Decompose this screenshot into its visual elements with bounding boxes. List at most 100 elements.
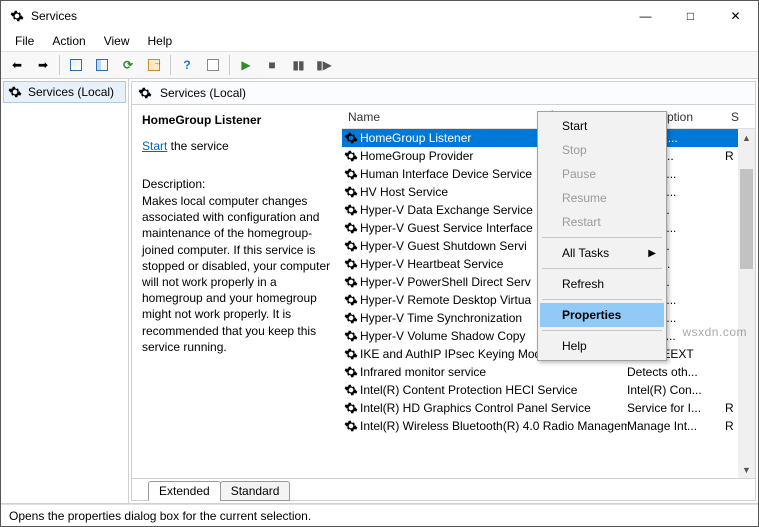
services-list: Name Description S HomeGroup Listeneres … <box>342 105 755 478</box>
service-icon <box>342 347 360 361</box>
extended-detail: HomeGroup Listener Start the service Des… <box>132 105 342 478</box>
cell-name: Intel(R) Content Protection HECI Service <box>360 383 627 397</box>
status-bar: Opens the properties dialog box for the … <box>1 504 758 526</box>
description-text: Makes local computer changes associated … <box>142 193 332 355</box>
menu-file[interactable]: File <box>7 32 42 50</box>
console-tree: Services (Local) <box>1 79 129 503</box>
title-bar: Services — □ ✕ <box>1 1 758 31</box>
service-icon <box>342 329 360 343</box>
ctx-refresh[interactable]: Refresh <box>540 272 664 296</box>
ctx-start[interactable]: Start <box>540 114 664 138</box>
service-icon <box>342 221 360 235</box>
scroll-down-button[interactable]: ▼ <box>738 461 755 478</box>
app-icon <box>9 8 25 24</box>
panel-header: Services (Local) <box>132 82 755 104</box>
ctx-resume: Resume <box>540 186 664 210</box>
service-action-line: Start the service <box>142 139 332 153</box>
ctx-pause: Pause <box>540 162 664 186</box>
ctx-restart: Restart <box>540 210 664 234</box>
service-icon <box>342 383 360 397</box>
separator <box>59 55 60 75</box>
service-icon <box>342 275 360 289</box>
separator <box>229 55 230 75</box>
maximize-button[interactable]: □ <box>668 1 713 31</box>
scroll-up-button[interactable]: ▲ <box>738 129 755 146</box>
window-title: Services <box>31 9 623 23</box>
service-icon <box>342 149 360 163</box>
view-tabs: Extended Standard <box>132 478 755 500</box>
help-button[interactable]: ? <box>175 54 199 76</box>
ctx-all-tasks[interactable]: All Tasks ▶ <box>540 241 664 265</box>
ctx-help[interactable]: Help <box>540 334 664 358</box>
service-icon <box>342 185 360 199</box>
scroll-thumb[interactable] <box>740 169 753 269</box>
tree-services-local[interactable]: Services (Local) <box>3 81 126 103</box>
service-icon <box>342 239 360 253</box>
stop-service-button[interactable]: ■ <box>260 54 284 76</box>
cell-description: Manage Int... <box>627 419 725 433</box>
export-list-button[interactable]: → <box>142 54 166 76</box>
ctx-separator <box>542 237 662 238</box>
back-button[interactable]: ⬅ <box>5 54 29 76</box>
close-button[interactable]: ✕ <box>713 1 758 31</box>
service-icon <box>342 419 360 433</box>
refresh-button[interactable]: ⟳ <box>116 54 140 76</box>
menu-view[interactable]: View <box>96 32 138 50</box>
ctx-separator <box>542 299 662 300</box>
service-icon <box>342 257 360 271</box>
separator <box>170 55 171 75</box>
action-suffix: the service <box>167 139 228 153</box>
menu-action[interactable]: Action <box>44 32 93 50</box>
start-service-button[interactable]: ▶ <box>234 54 258 76</box>
minimize-button[interactable]: — <box>623 1 668 31</box>
description-label: Description: <box>142 177 332 191</box>
tab-extended[interactable]: Extended <box>148 481 221 501</box>
pause-service-button[interactable]: ▮▮ <box>286 54 310 76</box>
properties-button[interactable] <box>201 54 225 76</box>
service-icon <box>342 293 360 307</box>
selected-service-name: HomeGroup Listener <box>142 113 332 127</box>
forward-button[interactable]: ➡ <box>31 54 55 76</box>
table-row[interactable]: Intel(R) Wireless Bluetooth(R) 4.0 Radio… <box>342 417 755 435</box>
cell-description: Service for I... <box>627 401 725 415</box>
table-row[interactable]: Infrared monitor serviceDetects oth... <box>342 363 755 381</box>
ctx-separator <box>542 330 662 331</box>
tab-standard[interactable]: Standard <box>220 481 291 501</box>
service-icon <box>342 311 360 325</box>
toolbar: ⬅ ➡ ⟳ → ? ▶ ■ ▮▮ ▮▶ <box>1 51 758 79</box>
show-hide-tree-button[interactable] <box>64 54 88 76</box>
service-icon <box>342 167 360 181</box>
service-icon <box>342 131 360 145</box>
restart-service-button[interactable]: ▮▶ <box>312 54 336 76</box>
panel-body: HomeGroup Listener Start the service Des… <box>132 105 755 478</box>
result-pane: Services (Local) HomeGroup Listener Star… <box>131 81 756 501</box>
submenu-arrow-icon: ▶ <box>648 248 656 259</box>
panel-header-label: Services (Local) <box>160 86 246 100</box>
ctx-separator <box>542 268 662 269</box>
service-icon <box>342 203 360 217</box>
tree-item-label: Services (Local) <box>28 85 114 99</box>
ctx-properties-label: Properties <box>562 308 621 322</box>
table-row[interactable]: Intel(R) Content Protection HECI Service… <box>342 381 755 399</box>
detail-view-button[interactable] <box>90 54 114 76</box>
status-text: Opens the properties dialog box for the … <box>9 509 311 523</box>
ctx-stop: Stop <box>540 138 664 162</box>
cell-name: Intel(R) HD Graphics Control Panel Servi… <box>360 401 627 415</box>
cell-description: Intel(R) Con... <box>627 383 725 397</box>
services-window: Services — □ ✕ File Action View Help ⬅ ➡… <box>0 0 759 527</box>
cell-name: Intel(R) Wireless Bluetooth(R) 4.0 Radio… <box>360 419 627 433</box>
ctx-all-tasks-label: All Tasks <box>562 246 609 260</box>
start-link[interactable]: Start <box>142 139 167 153</box>
cell-name: Infrared monitor service <box>360 365 627 379</box>
table-row[interactable]: Intel(R) HD Graphics Control Panel Servi… <box>342 399 755 417</box>
menu-help[interactable]: Help <box>140 32 181 50</box>
service-icon <box>342 401 360 415</box>
vertical-scrollbar[interactable]: ▲ ▼ <box>738 129 755 478</box>
col-status[interactable]: S <box>725 105 755 128</box>
body-area: Services (Local) Services (Local) HomeGr… <box>1 79 758 504</box>
service-icon <box>342 365 360 379</box>
context-menu: Start Stop Pause Resume Restart All Task… <box>537 111 667 361</box>
cell-description: Detects oth... <box>627 365 725 379</box>
ctx-properties[interactable]: Properties <box>540 303 664 327</box>
menu-bar: File Action View Help <box>1 31 758 51</box>
